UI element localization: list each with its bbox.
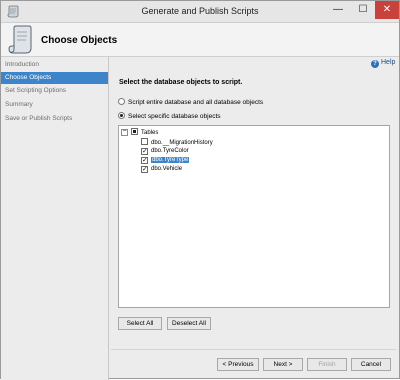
nav-item-summary[interactable]: Summary [1, 99, 108, 111]
maximize-button[interactable]: ☐ [351, 2, 375, 18]
tree-node-tables[interactable]: − Tables [121, 128, 201, 137]
scroll-icon [8, 25, 32, 54]
cancel-button[interactable]: Cancel [351, 358, 391, 371]
select-all-button[interactable]: Select All [118, 317, 162, 330]
page-title: Choose Objects [41, 35, 118, 46]
tree-label: dbo.Vehicle [151, 166, 183, 172]
option-label: Select specific database objects [128, 113, 221, 120]
checkbox-checked[interactable]: ✓ [141, 148, 148, 155]
nav-item-save-or-publish[interactable]: Save or Publish Scripts [1, 113, 108, 125]
tree-label-selected: dbo.TyreType [151, 157, 190, 163]
option-label: Script entire database and all database … [128, 99, 264, 106]
minimize-button[interactable]: — [325, 2, 351, 18]
tables-checkbox[interactable] [131, 128, 138, 135]
instruction-text: Select the database objects to script. [119, 79, 243, 86]
tree-node-vehicle[interactable]: ✓ dbo.Vehicle [141, 165, 182, 174]
nav-item-choose-objects[interactable]: Choose Objects [1, 72, 108, 84]
tree-node-tyre-color[interactable]: ✓ dbo.TyreColor [141, 147, 189, 156]
title-bar[interactable]: Generate and Publish Scripts — ☐ ✕ [1, 1, 399, 23]
option-specific-objects[interactable]: Select specific database objects [118, 112, 221, 122]
nav-item-introduction[interactable]: Introduction [1, 59, 108, 71]
tree-label: dbo.TyreColor [151, 148, 189, 154]
close-button[interactable]: ✕ [375, 1, 399, 19]
checkbox-checked[interactable]: ✓ [141, 166, 148, 173]
tree-label: Tables [141, 130, 159, 136]
wizard-steps-nav: Introduction Choose Objects Set Scriptin… [1, 57, 109, 380]
finish-button[interactable]: Finish [307, 358, 347, 371]
deselect-all-button[interactable]: Deselect All [167, 317, 211, 330]
page-header: Choose Objects [1, 23, 399, 57]
tree-node-migration-history[interactable]: dbo.__MigrationHistory [141, 138, 213, 147]
nav-item-set-scripting-options[interactable]: Set Scripting Options [1, 85, 108, 97]
footer-divider [111, 349, 396, 350]
option-entire-database[interactable]: Script entire database and all database … [118, 98, 263, 108]
next-button[interactable]: Next > [263, 358, 303, 371]
help-icon: ? [371, 60, 379, 68]
tree-node-tyre-type[interactable]: ✓ dbo.TyreType [141, 156, 190, 165]
tree-label: dbo.__MigrationHistory [151, 140, 213, 146]
radio-button-checked[interactable] [118, 112, 125, 119]
dialog-window: Generate and Publish Scripts — ☐ ✕ Choos… [0, 0, 400, 380]
previous-button[interactable]: < Previous [217, 358, 259, 371]
checkbox[interactable] [141, 138, 148, 145]
object-tree[interactable]: − Tables dbo.__MigrationHistory ✓ dbo.Tyr… [118, 125, 390, 308]
collapse-icon[interactable]: − [121, 128, 128, 136]
checkbox-checked[interactable]: ✓ [141, 157, 148, 164]
radio-button[interactable] [118, 98, 125, 105]
help-link[interactable]: ? Help [371, 59, 395, 68]
help-label: Help [381, 59, 396, 66]
